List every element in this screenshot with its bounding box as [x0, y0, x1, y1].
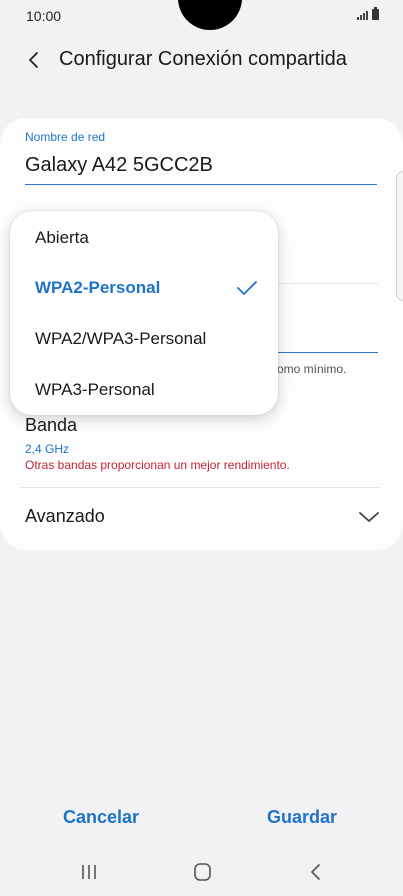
advanced-row[interactable]: Avanzado: [0, 488, 403, 546]
network-name-input[interactable]: Galaxy A42 5GCC2B: [25, 154, 213, 177]
check-icon: [237, 281, 257, 295]
page-title: Configurar Conexión compartida: [59, 48, 347, 70]
band-value: 2,4 GHz: [25, 442, 70, 456]
status-time: 10:00: [26, 8, 62, 24]
option-label: WPA2/WPA3-Personal: [35, 329, 207, 348]
security-dropdown: Abierta WPA2-Personal WPA2/WPA3-Personal…: [10, 211, 278, 415]
cancel-button[interactable]: Cancelar: [41, 800, 161, 834]
nav-back-button[interactable]: [301, 860, 331, 884]
nav-back-icon: [311, 864, 320, 880]
back-button[interactable]: [18, 44, 50, 76]
option-label: WPA3-Personal: [35, 380, 155, 399]
option-label: WPA2-Personal: [35, 278, 161, 297]
security-option-open[interactable]: Abierta: [10, 213, 278, 263]
network-name-underline: [25, 184, 377, 185]
security-option-wpa2-wpa3-personal[interactable]: WPA2/WPA3-Personal: [10, 314, 278, 364]
navigation-bar: [0, 852, 403, 892]
status-icons: [357, 7, 379, 20]
signal-icon: [357, 9, 368, 20]
camera-notch: [178, 0, 242, 30]
scrollbar[interactable]: [396, 171, 403, 301]
security-option-wpa3-personal[interactable]: WPA3-Personal: [10, 365, 278, 415]
back-arrow-icon: [29, 52, 38, 68]
band-warning-note: Otras bandas proporcionan un mejor rendi…: [25, 458, 290, 472]
password-hint: omo mínimo.: [277, 362, 347, 376]
option-label: Abierta: [35, 228, 89, 247]
band-label[interactable]: Banda: [25, 415, 77, 436]
bottom-actions: Cancelar Guardar: [0, 800, 403, 836]
header: Configurar Conexión compartida: [0, 40, 403, 80]
recent-apps-icon: [82, 865, 96, 879]
advanced-label: Avanzado: [25, 506, 105, 526]
password-input[interactable]: [270, 352, 378, 353]
chevron-down-icon: [359, 512, 379, 522]
home-button[interactable]: [187, 860, 217, 884]
battery-icon: [372, 7, 379, 20]
network-name-label: Nombre de red: [25, 130, 106, 144]
home-icon: [194, 863, 211, 881]
status-bar: 10:00: [0, 0, 403, 32]
recent-apps-button[interactable]: [74, 860, 104, 884]
security-option-wpa2-personal[interactable]: WPA2-Personal: [10, 263, 278, 313]
save-button[interactable]: Guardar: [242, 800, 362, 834]
